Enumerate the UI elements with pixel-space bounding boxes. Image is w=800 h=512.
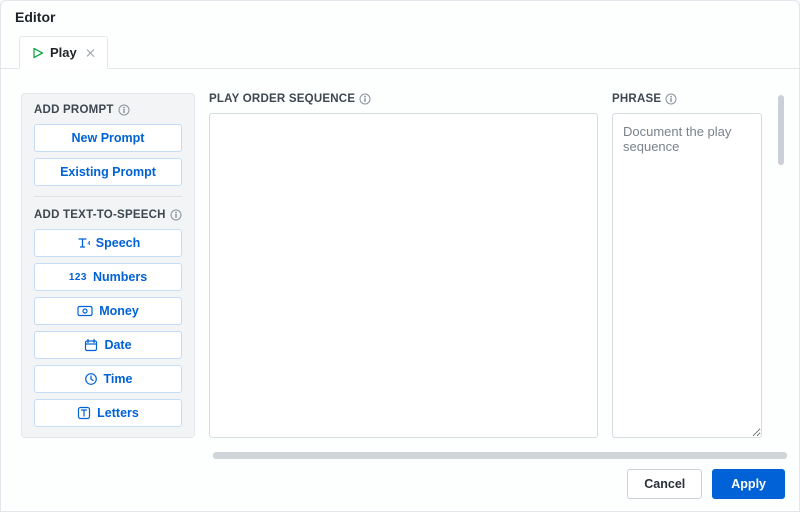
info-icon[interactable] (118, 104, 130, 116)
panel-divider (34, 196, 182, 197)
info-icon[interactable] (665, 93, 677, 105)
info-icon[interactable] (359, 93, 371, 105)
tab-play[interactable]: Play (19, 36, 108, 69)
date-button[interactable]: Date (34, 331, 182, 359)
speech-button[interactable]: 4 Speech (34, 229, 182, 257)
add-tts-title: ADD TEXT-TO-SPEECH (34, 209, 182, 221)
cancel-button[interactable]: Cancel (627, 469, 702, 499)
scrollbar-thumb[interactable] (778, 95, 784, 165)
time-label: Time (104, 372, 133, 386)
play-icon (32, 47, 44, 59)
letters-button[interactable]: Letters (34, 399, 182, 427)
money-label: Money (99, 304, 139, 318)
phrase-textarea[interactable] (612, 113, 762, 438)
time-button[interactable]: Time (34, 365, 182, 393)
money-button[interactable]: Money (34, 297, 182, 325)
tab-label: Play (50, 45, 77, 60)
apply-button[interactable]: Apply (712, 469, 785, 499)
horizontal-scrollbar[interactable] (213, 452, 787, 459)
clock-icon (84, 372, 98, 386)
new-prompt-label: New Prompt (72, 131, 145, 145)
tab-bar: Play (1, 36, 799, 69)
footer-actions: Cancel Apply (1, 459, 799, 511)
left-panel: ADD PROMPT New Prompt Existing Prompt AD… (21, 93, 195, 438)
page-title: Editor (1, 1, 799, 36)
calendar-icon (84, 338, 98, 352)
sequence-column: PLAY ORDER SEQUENCE (209, 93, 598, 438)
existing-prompt-button[interactable]: Existing Prompt (34, 158, 182, 186)
speech-label: Speech (96, 236, 140, 250)
svg-text:4: 4 (87, 241, 90, 247)
letters-icon (77, 406, 91, 420)
phrase-title: PHRASE (612, 93, 762, 105)
apply-label: Apply (731, 477, 766, 491)
play-order-canvas[interactable] (209, 113, 598, 438)
phrase-column: PHRASE (612, 93, 762, 438)
add-prompt-title: ADD PROMPT (34, 104, 182, 116)
existing-prompt-label: Existing Prompt (60, 165, 156, 179)
workspace: ADD PROMPT New Prompt Existing Prompt AD… (1, 69, 799, 446)
sequence-title: PLAY ORDER SEQUENCE (209, 93, 598, 105)
numbers-button[interactable]: 123 Numbers (34, 263, 182, 291)
speech-icon: 4 (76, 236, 90, 250)
new-prompt-button[interactable]: New Prompt (34, 124, 182, 152)
letters-label: Letters (97, 406, 139, 420)
cancel-label: Cancel (644, 477, 685, 491)
editor-window: Editor Play ADD PROMPT New Prompt Existi… (0, 0, 800, 512)
money-icon (77, 305, 93, 317)
vertical-scrollbar[interactable] (776, 93, 785, 438)
numbers-label: Numbers (93, 270, 147, 284)
close-icon[interactable] (87, 49, 95, 57)
info-icon[interactable] (170, 209, 182, 221)
date-label: Date (104, 338, 131, 352)
numbers-icon: 123 (69, 272, 87, 283)
